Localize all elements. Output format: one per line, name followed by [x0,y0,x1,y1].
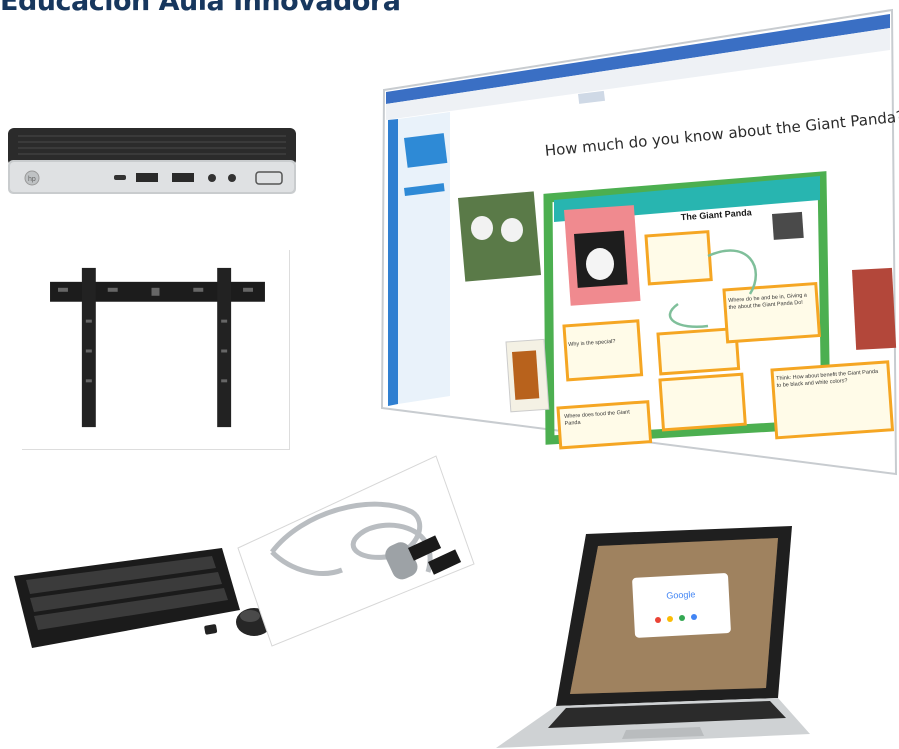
interactive-whiteboard: How much do you know about the Giant Pan… [378,8,899,478]
whiteboard-note: Think: How about benefit the Giant Panda… [776,368,879,389]
laptop-image: Google [436,522,816,749]
whiteboard-note: Where do he and be in, Giving a the abou… [728,292,808,311]
svg-text:hp: hp [28,176,36,183]
wall-mount-image [22,250,290,450]
mini-pc-image: hp [4,122,302,204]
